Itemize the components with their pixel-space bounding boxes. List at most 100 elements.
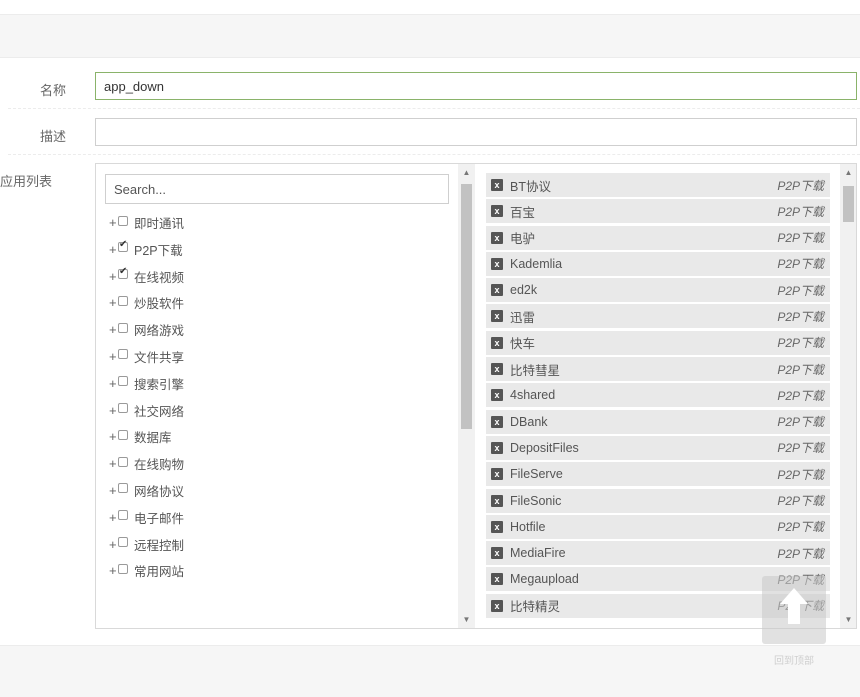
selected-app-item: x 百宝 P2P下载 xyxy=(486,199,830,224)
app-category: P2P下载 xyxy=(777,520,824,535)
category-label: 数据库 xyxy=(134,431,172,446)
remove-icon[interactable]: x xyxy=(491,441,503,454)
category-checkbox[interactable] xyxy=(118,456,128,467)
search-input[interactable]: Search... xyxy=(105,174,449,204)
selected-app-item: x 4shared P2P下载 xyxy=(486,383,830,408)
app-category: P2P下载 xyxy=(777,178,824,193)
remove-icon[interactable]: x xyxy=(491,284,503,297)
category-checkbox[interactable] xyxy=(118,239,128,253)
expand-icon[interactable]: + xyxy=(109,295,118,310)
category-scrollbar[interactable]: ▲ ▼ xyxy=(458,164,475,628)
remove-icon[interactable]: x xyxy=(491,494,503,507)
scroll-down-icon[interactable]: ▼ xyxy=(458,615,475,624)
category-item[interactable]: + 文件共享 xyxy=(96,344,456,369)
remove-icon[interactable]: x xyxy=(491,179,503,191)
remove-icon[interactable]: x xyxy=(491,231,503,244)
remove-icon[interactable]: x xyxy=(491,599,503,612)
category-item[interactable]: + 常用网站 xyxy=(96,558,456,583)
scroll-up-icon[interactable]: ▲ xyxy=(840,168,856,177)
top-header-bar xyxy=(0,14,860,58)
scroll-thumb[interactable] xyxy=(843,186,854,222)
remove-icon[interactable]: x xyxy=(491,547,503,560)
category-item[interactable]: + 远程控制 xyxy=(96,532,456,557)
name-input[interactable]: app_down xyxy=(95,72,857,100)
expand-icon[interactable]: + xyxy=(109,563,118,578)
category-item[interactable]: + 在线购物 xyxy=(96,451,456,476)
expand-icon[interactable]: + xyxy=(109,242,118,257)
expand-icon[interactable]: + xyxy=(109,537,118,552)
selected-app-item: x Kademlia P2P下载 xyxy=(486,251,830,276)
category-checkbox[interactable] xyxy=(118,295,128,306)
scroll-up-icon[interactable]: ▲ xyxy=(458,168,475,177)
apps-scrollbar[interactable]: ▲ ▼ xyxy=(840,164,856,628)
expand-icon[interactable]: + xyxy=(109,403,118,418)
category-list: + 即时通讯 + P2P下载 + 在线视频 + 炒股软件 + 网络游戏 + 文件共享 + 搜索引擎 + 社交网… xyxy=(96,210,456,585)
category-item[interactable]: + 电子邮件 xyxy=(96,505,456,530)
expand-icon[interactable]: + xyxy=(109,376,118,391)
arrow-up-icon xyxy=(780,588,808,624)
app-name: FileSonic xyxy=(510,493,562,508)
category-checkbox[interactable] xyxy=(118,510,128,521)
category-item[interactable]: + 社交网络 xyxy=(96,398,456,423)
remove-icon[interactable]: x xyxy=(491,205,503,218)
description-label: 描述 xyxy=(39,129,66,144)
category-item[interactable]: + 炒股软件 xyxy=(96,290,456,315)
expand-icon[interactable]: + xyxy=(109,349,118,364)
remove-icon[interactable]: x xyxy=(491,468,503,481)
app-name: 4shared xyxy=(510,388,556,403)
selected-app-item: x MediaFire P2P下载 xyxy=(486,541,830,566)
name-label: 名称 xyxy=(39,83,66,98)
remove-icon[interactable]: x xyxy=(491,336,503,349)
category-label: 电子邮件 xyxy=(134,511,185,526)
selected-app-item: x DepositFiles P2P下载 xyxy=(486,435,830,460)
category-item[interactable]: + 数据库 xyxy=(96,424,456,449)
category-checkbox[interactable] xyxy=(118,215,128,226)
category-checkbox[interactable] xyxy=(118,563,128,574)
app-category: P2P下载 xyxy=(777,362,824,377)
category-checkbox[interactable] xyxy=(118,429,128,440)
category-checkbox[interactable] xyxy=(118,376,128,387)
expand-icon[interactable]: + xyxy=(109,322,118,337)
app-list-label: 应用列表 xyxy=(0,174,53,189)
category-item[interactable]: + P2P下载 xyxy=(96,237,456,262)
app-category: P2P下载 xyxy=(777,309,824,324)
back-to-top-button[interactable] xyxy=(762,576,826,644)
category-item[interactable]: + 即时通讯 xyxy=(96,210,456,235)
row-divider xyxy=(8,154,860,155)
category-checkbox[interactable] xyxy=(118,483,128,494)
selected-app-item: x 比特彗星 P2P下载 xyxy=(486,357,830,382)
description-input[interactable] xyxy=(95,118,857,146)
category-item[interactable]: + 搜索引擎 xyxy=(96,371,456,396)
category-item[interactable]: + 网络游戏 xyxy=(96,317,456,342)
remove-icon[interactable]: x xyxy=(491,310,503,323)
remove-icon[interactable]: x xyxy=(491,573,503,586)
remove-icon[interactable]: x xyxy=(491,415,503,428)
app-name: 比特彗星 xyxy=(510,363,561,378)
selected-app-item: x BT协议 P2P下载 xyxy=(486,173,830,197)
remove-icon[interactable]: x xyxy=(491,520,503,533)
app-category: P2P下载 xyxy=(777,494,824,509)
category-item[interactable]: + 网络协议 xyxy=(96,478,456,503)
expand-icon[interactable]: + xyxy=(109,456,118,471)
expand-icon[interactable]: + xyxy=(109,269,118,284)
remove-icon[interactable]: x xyxy=(491,389,503,402)
category-checkbox[interactable] xyxy=(118,266,128,280)
category-checkbox[interactable] xyxy=(118,537,128,548)
remove-icon[interactable]: x xyxy=(491,257,503,270)
expand-icon[interactable]: + xyxy=(109,215,118,230)
app-category: P2P下载 xyxy=(777,231,824,246)
scroll-thumb[interactable] xyxy=(461,184,472,429)
back-to-top-label: 回到顶部 xyxy=(774,656,814,667)
expand-icon[interactable]: + xyxy=(109,429,118,444)
app-name: 快车 xyxy=(510,337,536,352)
category-checkbox[interactable] xyxy=(118,322,128,333)
expand-icon[interactable]: + xyxy=(109,483,118,498)
category-item[interactable]: + 在线视频 xyxy=(96,264,456,289)
app-category: P2P下载 xyxy=(777,283,824,298)
remove-icon[interactable]: x xyxy=(491,363,503,376)
scroll-down-icon[interactable]: ▼ xyxy=(840,615,856,624)
category-checkbox[interactable] xyxy=(118,349,128,360)
selected-app-item: x ed2k P2P下载 xyxy=(486,278,830,303)
category-checkbox[interactable] xyxy=(118,403,128,414)
expand-icon[interactable]: + xyxy=(109,510,118,525)
